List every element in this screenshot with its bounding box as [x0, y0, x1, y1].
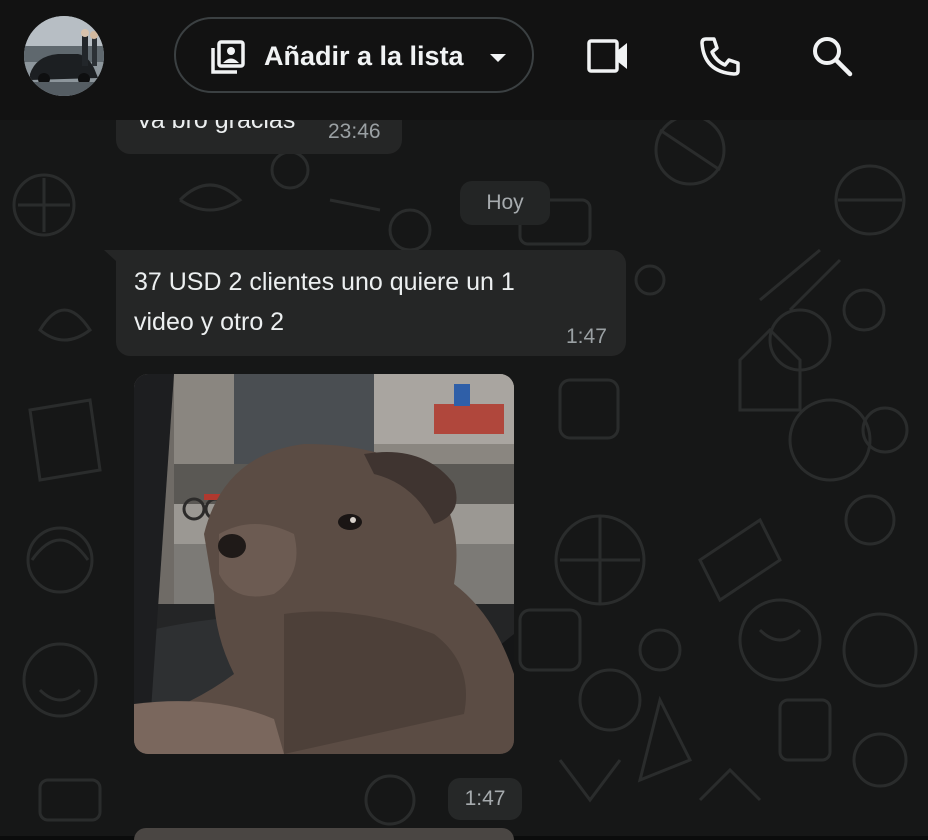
media-message-time: 1:47 [448, 778, 522, 820]
chat-header: Añadir a la lista [0, 0, 928, 120]
chevron-down-icon [490, 54, 506, 62]
add-to-list-icon [211, 40, 245, 74]
message-time: 1:47 [566, 325, 607, 348]
dog-in-car-image [134, 374, 514, 754]
message-text-line-2: video y otro 2 [134, 308, 285, 336]
media-message-image[interactable] [134, 374, 514, 754]
next-media-message-partial[interactable] [134, 828, 514, 840]
voice-call-icon[interactable] [698, 34, 742, 78]
add-to-list-label: Añadir a la lista [264, 41, 464, 71]
message-text-line-1: 37 USD 2 clientes uno quiere un 1 [134, 268, 515, 296]
avatar-photo [24, 16, 104, 96]
avatar[interactable] [24, 16, 104, 96]
incoming-message-bubble[interactable]: 37 USD 2 clientes uno quiere un 1 video … [116, 250, 626, 356]
add-to-list-button[interactable]: Añadir a la lista [174, 17, 534, 93]
message-time: 23:46 [328, 120, 381, 143]
search-icon[interactable] [810, 34, 854, 78]
date-divider: Hoy [460, 181, 550, 225]
video-call-icon[interactable] [586, 34, 630, 78]
